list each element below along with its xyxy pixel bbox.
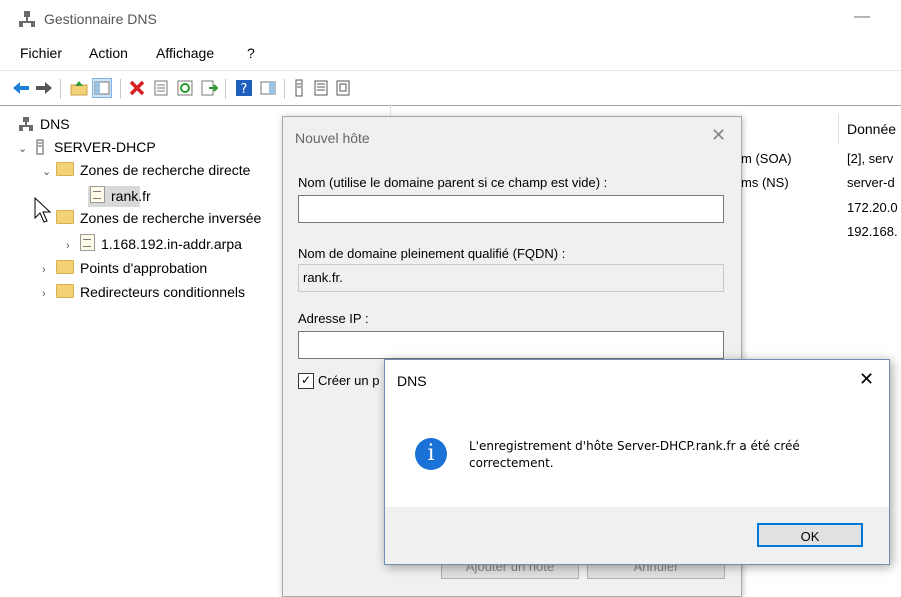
dns-message-box: DNS ✕ i L'enregistrement d'hôte Server-D… — [384, 359, 890, 565]
close-icon[interactable]: ✕ — [711, 125, 726, 146]
mouse-cursor-icon — [34, 197, 52, 223]
tree-item-reverse-zones[interactable]: Zones de recherche inversée — [56, 210, 261, 232]
delete-icon[interactable] — [128, 79, 146, 97]
checkbox-label: Créer un p — [318, 373, 380, 388]
window-title: Gestionnaire DNS — [44, 11, 157, 27]
fqdn-label: Nom de domaine pleinement qualifié (FQDN… — [298, 246, 566, 261]
column-header-donnee[interactable]: Donnée — [847, 121, 896, 137]
ip-address-input[interactable] — [298, 331, 724, 359]
folder-icon — [56, 260, 74, 274]
record-data-cell: 172.20.0 — [847, 200, 898, 215]
menu-fichier[interactable]: Fichier — [20, 45, 62, 61]
message-text: L'enregistrement d'hôte Server-DHCP.rank… — [469, 439, 800, 470]
dialog-title: Nouvel hôte — [295, 130, 370, 146]
tree-label: Points d'approbation — [80, 260, 208, 276]
ip-label: Adresse IP : — [298, 311, 369, 326]
tree-label: DNS — [40, 116, 70, 132]
back-arrow-icon[interactable] — [12, 79, 30, 97]
info-icon: i — [415, 438, 447, 470]
record-type-cell: ms (NS) — [741, 175, 789, 190]
record-data-cell: [2], serv — [847, 151, 894, 166]
message-box-footer: OK — [385, 507, 889, 564]
tree-item-reverse-zone-arpa[interactable]: › 1.168.192.in-addr.arpa — [66, 234, 242, 256]
zone-file-icon — [80, 234, 95, 251]
server-icon — [36, 139, 44, 155]
folder-icon — [56, 210, 74, 224]
tree-label: rank.fr — [111, 188, 151, 204]
dns-icon — [19, 117, 33, 131]
tree-label: Redirecteurs conditionnels — [80, 284, 245, 300]
folder-icon — [56, 284, 74, 298]
tree-root-dns[interactable]: DNS — [18, 116, 70, 138]
tree-label: Zones de recherche inversée — [80, 210, 262, 226]
tree-label: SERVER-DHCP — [54, 139, 156, 155]
tree-item-rank-fr[interactable]: rank.fr — [90, 186, 151, 208]
menu-bar: Fichier Action Affichage ? — [0, 42, 901, 66]
chevron-right-icon[interactable]: › — [42, 264, 56, 276]
menu-affichage[interactable]: Affichage — [156, 45, 214, 61]
minimize-button[interactable]: — — [851, 8, 873, 28]
title-bar: Gestionnaire DNS — — [0, 0, 901, 38]
tree-item-trust-points[interactable]: › Points d'approbation — [42, 260, 207, 282]
chevron-down-icon[interactable]: ⌄ — [18, 142, 32, 155]
record-type-cell: m (SOA) — [741, 151, 792, 166]
name-label: Nom (utilise le domaine parent si ce cha… — [298, 175, 608, 190]
action-pane-icon[interactable] — [259, 79, 277, 97]
column-divider[interactable] — [838, 114, 839, 144]
close-icon[interactable]: ✕ — [859, 369, 874, 390]
tree-item-server[interactable]: ⌄ SERVER-DHCP — [18, 139, 156, 161]
menu-help[interactable]: ? — [247, 45, 255, 61]
properties-icon[interactable] — [152, 79, 170, 97]
folder-icon — [56, 162, 74, 176]
create-ptr-checkbox[interactable]: ✓ — [298, 373, 314, 389]
chevron-down-icon[interactable]: ⌄ — [42, 165, 56, 178]
svg-text:?: ? — [241, 82, 248, 97]
chevron-right-icon[interactable]: › — [42, 288, 56, 300]
refresh-icon[interactable] — [176, 79, 194, 97]
menu-action[interactable]: Action — [89, 45, 128, 61]
toolbar-separator — [225, 79, 226, 99]
zone-file-icon — [90, 186, 105, 203]
record-data-cell: server-d — [847, 175, 895, 190]
tree-item-forward-zones[interactable]: ⌄ Zones de recherche directe — [42, 162, 250, 184]
export-icon[interactable] — [200, 79, 218, 97]
toolbar-separator — [284, 79, 285, 99]
toolbar-separator — [60, 79, 61, 99]
record-data-cell: 192.168. — [847, 224, 898, 239]
show-hide-console-tree-icon[interactable] — [92, 78, 112, 98]
tree-item-conditional-forwarders[interactable]: › Redirecteurs conditionnels — [42, 284, 245, 306]
message-box-title: DNS — [397, 373, 427, 389]
dns-app-icon — [19, 11, 35, 27]
ok-button[interactable]: OK — [757, 523, 863, 547]
fqdn-field: rank.fr. — [298, 264, 724, 292]
toolbar: ? — [0, 70, 901, 106]
forward-arrow-icon[interactable] — [35, 79, 53, 97]
tree-label: 1.168.192.in-addr.arpa — [101, 236, 242, 252]
server-icon[interactable] — [290, 79, 308, 97]
record-icon[interactable] — [334, 79, 352, 97]
up-folder-icon[interactable] — [70, 79, 88, 97]
help-icon[interactable]: ? — [235, 79, 253, 97]
name-input[interactable] — [298, 195, 724, 223]
chevron-right-icon[interactable]: › — [66, 240, 80, 252]
tree-label: Zones de recherche directe — [80, 162, 251, 178]
toolbar-separator — [120, 79, 121, 99]
list-icon[interactable] — [312, 79, 330, 97]
